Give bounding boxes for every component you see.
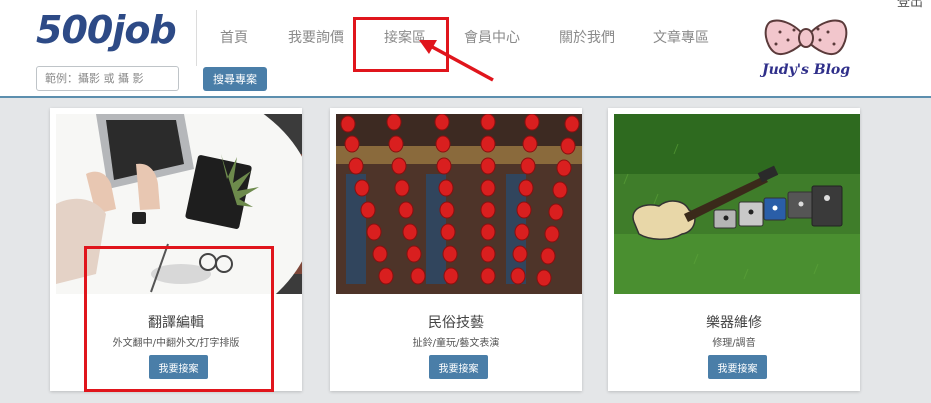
nav-articles[interactable]: 文章專區 (653, 27, 709, 47)
card-subtitle: 扯鈴/童玩/藝文表演 (412, 338, 500, 349)
logout-link[interactable]: 登出 (897, 0, 923, 10)
card-subtitle: 修理/調音 (712, 338, 756, 349)
annotation-highlight-box (84, 246, 274, 392)
annotation-arrow-icon (419, 40, 494, 82)
accept-job-button[interactable]: 我要接案 (708, 355, 767, 379)
red-lanterns-photo (336, 114, 582, 294)
guitar-on-grass-photo (614, 114, 860, 294)
accept-job-button[interactable]: 我要接案 (429, 355, 488, 379)
job-card-instrument-repair: 樂器維修 修理/調音 我要接案 (608, 108, 860, 391)
nav-about[interactable]: 關於我們 (559, 27, 615, 47)
header-divider (196, 10, 197, 66)
card-title: 樂器維修 (706, 315, 762, 331)
bow-icon (764, 19, 848, 56)
nav-home[interactable]: 首頁 (220, 27, 248, 47)
search-button[interactable]: 搜尋專案 (203, 67, 267, 91)
blog-logo-text: Judy's Blog (762, 62, 851, 78)
site-logo[interactable]: 500job (36, 8, 177, 52)
nav-quote[interactable]: 我要詢價 (288, 27, 344, 47)
search-input[interactable] (36, 66, 179, 91)
job-card-folk-arts: 民俗技藝 扯鈴/童玩/藝文表演 我要接案 (330, 108, 582, 391)
card-title: 民俗技藝 (428, 315, 484, 331)
